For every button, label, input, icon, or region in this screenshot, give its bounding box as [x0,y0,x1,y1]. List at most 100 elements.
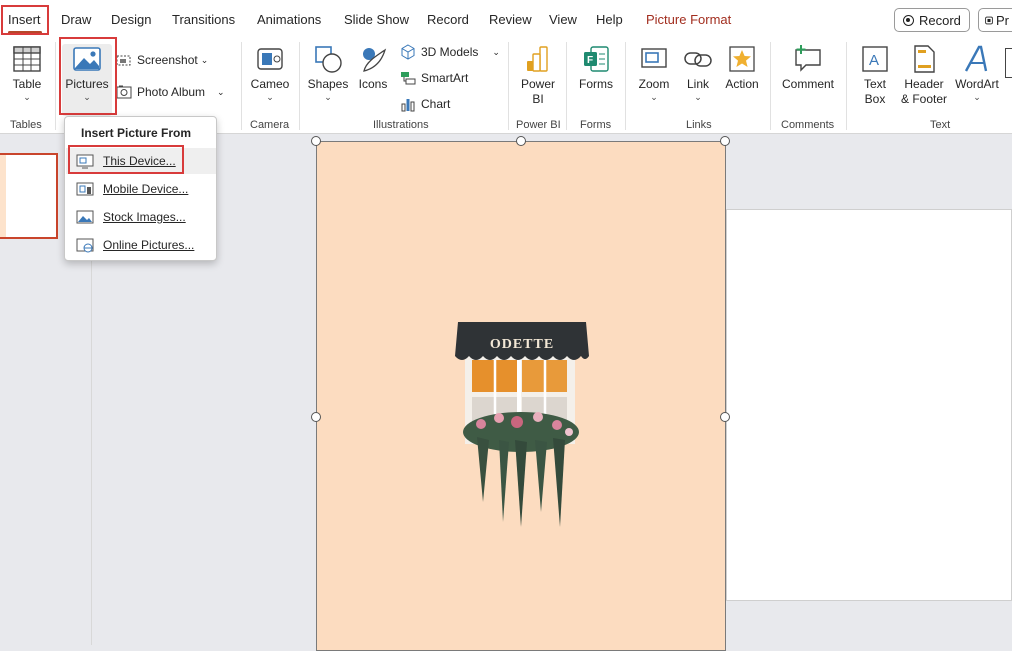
shop-sign-text: ODETTE [489,337,555,352]
pictures-button[interactable]: Pictures ⌄ [62,44,112,116]
present-button[interactable]: Pr [978,8,1012,32]
forms-button[interactable]: F Forms [574,44,618,92]
online-pictures-icon [76,238,94,253]
chart-icon [400,96,416,112]
text-box-icon: A [860,44,890,74]
photo-album-icon [116,84,132,100]
group-label-tables: Tables [10,119,42,131]
chevron-down-icon: ⌄ [200,54,209,65]
resize-handle[interactable] [311,412,321,422]
smartart-button[interactable]: SmartArt [400,70,468,86]
dropdown-title: Insert Picture From [81,126,192,140]
slide-canvas[interactable] [726,209,1012,601]
zoom-label: Zoom [638,77,670,91]
window-photo [455,322,589,527]
menu-item-stock-images[interactable]: Stock Images... [66,204,216,230]
text-box-button[interactable]: A Text Box [853,44,897,107]
wordart-icon [962,44,992,74]
chevron-down-icon: ⌄ [23,92,31,102]
group-label-illustrations: Illustrations [373,119,429,131]
stock-images-icon [76,210,94,225]
group-divider [625,42,626,130]
power-bi-button[interactable]: Power BI [516,44,560,107]
cameo-button[interactable]: Cameo ⌄ [248,44,292,102]
screenshot-button[interactable]: Screenshot ⌄ [116,52,208,68]
photo-album-button[interactable]: Photo Album ⌄ [116,84,225,100]
3d-models-button[interactable]: 3D Models ⌄ [400,44,500,60]
text-box-label: Text Box [863,77,886,106]
cube-icon [400,44,416,60]
zoom-icon [639,44,669,74]
screenshot-icon [116,52,132,68]
smartart-label: SmartArt [421,71,469,85]
record-button[interactable]: Record [894,8,970,32]
resize-handle[interactable] [720,412,730,422]
present-button-label: Pr [996,12,1009,28]
comment-label: Comment [781,77,834,91]
slide-thumbnail[interactable] [0,153,58,239]
3d-models-label: 3D Models [421,45,479,59]
tab-record[interactable]: Record [427,12,469,27]
group-label-links: Links [686,119,712,131]
icons-icon [358,44,388,74]
chevron-down-icon: ⌄ [973,92,981,102]
group-divider [299,42,300,130]
menu-item-online-pictures[interactable]: Online Pictures... [66,232,216,258]
comment-button[interactable]: Comment [778,44,838,92]
tab-draw[interactable]: Draw [61,12,91,27]
header-footer-label: Header & Footer [900,77,948,106]
inserted-picture[interactable]: ODETTE [316,141,726,651]
smartart-icon [400,70,416,86]
group-label-camera: Camera [250,119,290,131]
icons-button[interactable]: Icons [354,44,392,92]
chart-label: Chart [421,97,451,111]
tab-design[interactable]: Design [111,12,151,27]
table-button[interactable]: Table ⌄ [8,44,46,102]
resize-handle[interactable] [720,136,730,146]
tab-transitions[interactable]: Transitions [172,12,235,27]
menu-item-mobile-device[interactable]: Mobile Device... [66,176,216,202]
chevron-down-icon: ⌄ [217,86,225,97]
svg-text:A: A [869,52,879,69]
star-icon [727,44,757,74]
cameo-label: Cameo [250,77,290,91]
shapes-button[interactable]: Shapes ⌄ [306,44,350,102]
cameo-icon [255,44,285,74]
tab-review[interactable]: Review [489,12,532,27]
tab-insert[interactable]: Insert [8,12,41,27]
chevron-down-icon: ⌄ [324,92,332,102]
insert-picture-dropdown: Insert Picture From This Device... Mobil… [64,116,217,261]
table-label: Table [12,77,42,91]
tab-picture-format[interactable]: Picture Format [646,12,731,27]
chevron-down-icon: ⌄ [266,92,274,102]
group-divider [508,42,509,130]
header-footer-button[interactable]: Header & Footer [899,44,949,107]
group-divider [241,42,242,130]
chart-button[interactable]: Chart [400,96,450,112]
picture-icon [72,44,102,74]
wordart-label: WordArt [955,77,999,91]
group-label-text: Text [930,119,951,131]
tab-help[interactable]: Help [596,12,623,27]
thumbnail-preview [0,155,6,237]
link-button[interactable]: Link ⌄ [680,44,716,102]
zoom-button[interactable]: Zoom ⌄ [632,44,676,102]
wordart-button[interactable]: WordArt ⌄ [953,44,1001,102]
tab-view[interactable]: View [549,12,577,27]
tab-animations[interactable]: Animations [257,12,321,27]
menu-item-this-device[interactable]: This Device... [66,148,216,174]
resize-handle[interactable] [311,136,321,146]
group-label-power-bi: Power BI [516,119,561,131]
active-tab-indicator [8,31,42,34]
comment-icon [793,44,823,74]
this-device-label: This Device... [103,154,176,168]
present-icon [985,16,993,24]
action-button[interactable]: Action [720,44,764,92]
photo-album-label: Photo Album [137,85,206,99]
mobile-device-label: Mobile Device... [103,182,189,196]
tab-slide-show[interactable]: Slide Show [344,12,409,27]
shapes-icon [313,44,343,74]
group-divider [566,42,567,130]
link-label: Link [686,77,709,91]
resize-handle[interactable] [516,136,526,146]
